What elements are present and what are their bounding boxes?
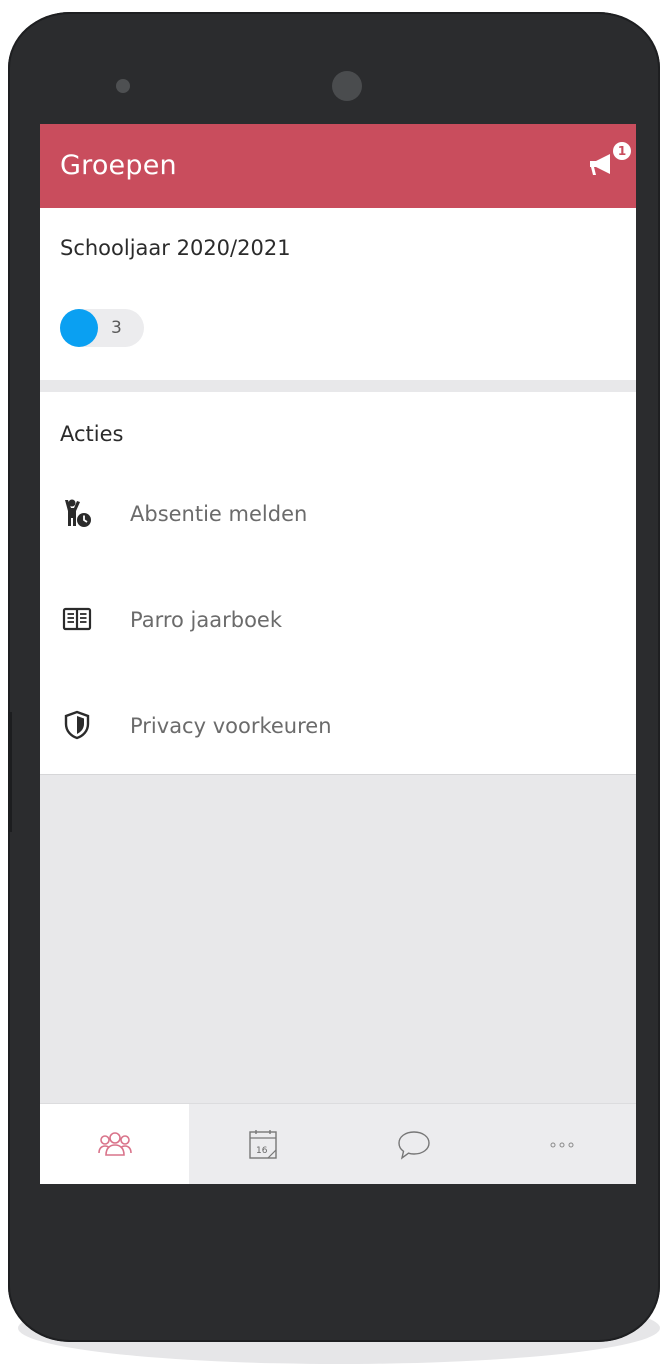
book-icon xyxy=(62,607,92,631)
notification-badge: 1 xyxy=(613,142,631,160)
actions-title: Acties xyxy=(60,422,124,446)
action-label: Privacy voorkeuren xyxy=(130,714,332,738)
tab-berichten[interactable] xyxy=(338,1104,487,1184)
calendar-icon: 16 xyxy=(249,1130,277,1159)
app-screen: Groepen 1 Schooljaar 2020/2021 3 Acties … xyxy=(40,124,636,1184)
bottom-tab-bar: 16 xyxy=(40,1103,636,1184)
tab-meer[interactable] xyxy=(487,1104,636,1184)
side-button xyxy=(8,712,12,832)
calendar-day: 16 xyxy=(256,1146,268,1156)
front-camera xyxy=(332,71,362,101)
group-chip[interactable]: 3 xyxy=(60,309,144,347)
groups-icon xyxy=(98,1132,132,1156)
school-year-card: Schooljaar 2020/2021 3 xyxy=(40,208,636,380)
tab-kalender[interactable]: 16 xyxy=(189,1104,338,1184)
page-title: Groepen xyxy=(60,150,177,181)
action-privacy-voorkeuren[interactable]: Privacy voorkeuren xyxy=(40,692,636,762)
group-avatar xyxy=(60,309,98,347)
action-absentie-melden[interactable]: Absentie melden xyxy=(40,480,636,550)
group-count: 3 xyxy=(111,318,122,338)
action-parro-jaarboek[interactable]: Parro jaarboek xyxy=(40,586,636,656)
speaker-dot xyxy=(116,79,130,93)
action-label: Parro jaarboek xyxy=(130,608,283,632)
more-icon xyxy=(550,1142,574,1148)
action-label: Absentie melden xyxy=(130,502,308,526)
child-absence-icon xyxy=(65,499,91,527)
announcements-button[interactable]: 1 xyxy=(588,142,631,182)
shield-icon xyxy=(64,710,90,740)
tab-groepen[interactable] xyxy=(40,1104,189,1184)
school-year-title: Schooljaar 2020/2021 xyxy=(60,236,291,260)
app-bar: Groepen 1 xyxy=(40,124,636,208)
chat-icon xyxy=(398,1131,430,1160)
actions-card: Acties Absentie melden Parro jaarboek Pr… xyxy=(40,392,636,775)
